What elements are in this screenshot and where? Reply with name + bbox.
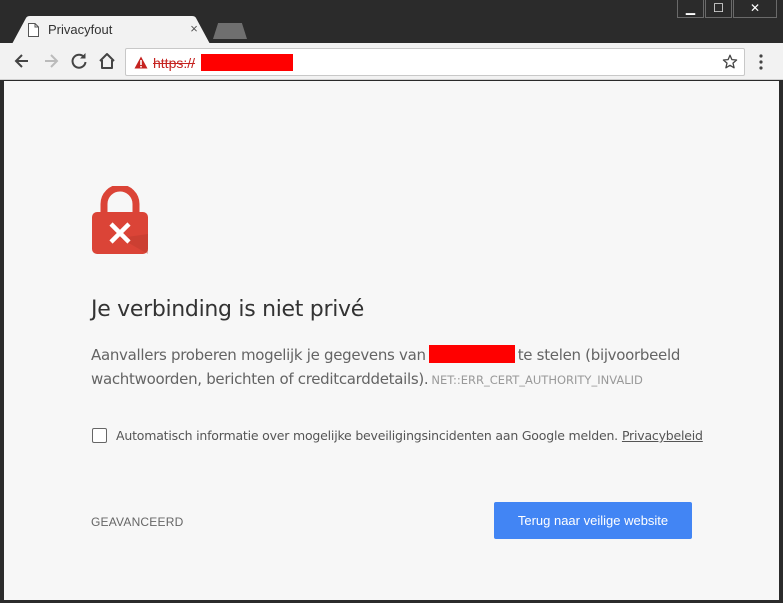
reporting-option: Automatisch informatie over mogelijke be… — [92, 428, 703, 443]
minimize-button[interactable]: ▁ — [677, 0, 704, 18]
lock-error-icon — [92, 186, 148, 254]
redacted-host-inline — [428, 345, 515, 363]
home-icon[interactable] — [97, 51, 117, 71]
tab-title: Privacyfout — [48, 22, 113, 37]
title-bar: Privacyfout × ▁ ☐ ✕ — [0, 0, 783, 44]
address-bar[interactable]: https:// — [125, 48, 745, 76]
error-code[interactable]: NET::ERR_CERT_AUTHORITY_INVALID — [431, 373, 642, 387]
document-icon — [28, 23, 39, 37]
menu-dots-icon[interactable] — [756, 53, 766, 71]
maximize-button[interactable]: ☐ — [705, 0, 732, 18]
description: Aanvallers proberen mogelijk je gegevens… — [91, 343, 691, 392]
url-scheme: https:// — [153, 55, 196, 71]
redacted-host — [201, 54, 293, 71]
forward-arrow-icon[interactable] — [41, 51, 61, 71]
report-checkbox-label[interactable]: Automatisch informatie over mogelijke be… — [116, 428, 618, 443]
window-frame-left — [0, 80, 4, 603]
browser-toolbar: https:// — [0, 43, 783, 80]
new-tab-button[interactable] — [213, 23, 247, 39]
tab-close-icon[interactable]: × — [187, 21, 201, 36]
reload-icon[interactable] — [69, 51, 89, 71]
page-title: Je verbinding is niet privé — [91, 297, 364, 322]
interstitial-page: Je verbinding is niet privé Aanvallers p… — [4, 81, 779, 600]
window-controls: ▁ ☐ ✕ — [676, 0, 777, 18]
report-checkbox[interactable] — [92, 428, 107, 443]
advanced-button[interactable]: GEAVANCEERD — [91, 515, 183, 529]
star-icon[interactable] — [722, 54, 738, 70]
description-start: Aanvallers proberen mogelijk je gegevens… — [91, 346, 426, 364]
back-to-safety-button[interactable]: Terug naar veilige website — [494, 502, 692, 539]
warning-icon — [134, 56, 148, 69]
close-window-button[interactable]: ✕ — [733, 0, 777, 18]
window-frame-right — [779, 80, 783, 603]
privacy-policy-link[interactable]: Privacybeleid — [622, 428, 703, 443]
back-arrow-icon[interactable] — [12, 51, 32, 71]
